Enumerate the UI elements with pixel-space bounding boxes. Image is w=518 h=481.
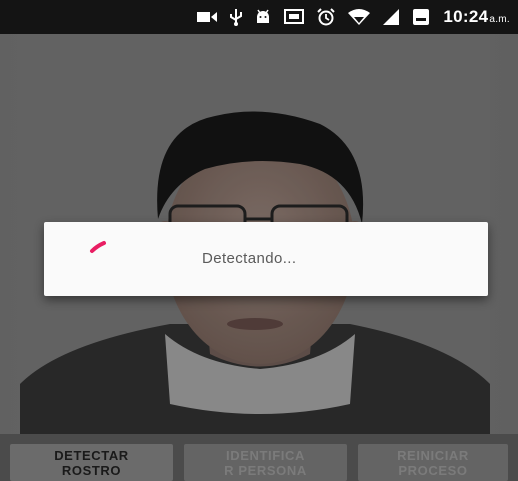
status-bar: 10:24a.m. bbox=[0, 0, 518, 34]
progress-spinner-icon bbox=[90, 241, 106, 253]
clock-suffix: a.m. bbox=[489, 14, 510, 25]
alarm-icon bbox=[317, 8, 336, 26]
status-clock: 10:24a.m. bbox=[443, 7, 510, 27]
cast-icon bbox=[284, 9, 305, 24]
android-icon bbox=[257, 9, 270, 23]
signal-icon bbox=[383, 9, 400, 25]
status-icons: 10:24a.m. bbox=[197, 6, 510, 28]
usb-icon bbox=[230, 9, 243, 26]
dialog-message: Detectando... bbox=[202, 250, 297, 267]
battery-icon bbox=[413, 9, 430, 25]
wifi-icon bbox=[348, 9, 371, 25]
app-screen: 10:24a.m. DETECTAR ROSTRO IDENTIFICA R P… bbox=[0, 0, 518, 481]
video-camera-icon bbox=[197, 12, 218, 22]
clock-time: 10:24 bbox=[443, 7, 489, 26]
